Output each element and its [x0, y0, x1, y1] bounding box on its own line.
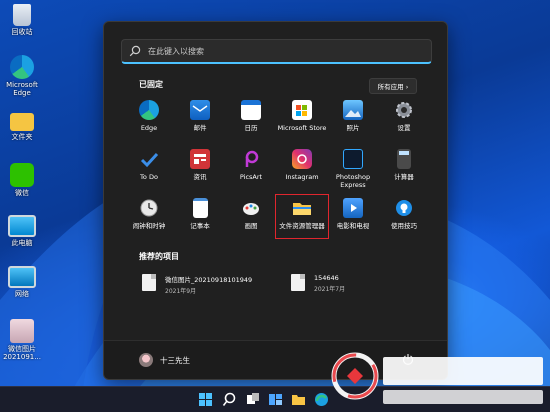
search-icon [129, 45, 141, 57]
desktop-icon-network[interactable]: 网络 [2, 266, 42, 298]
desktop-icon-label: 文件夹 [11, 133, 33, 141]
pinned-app-clock[interactable]: 闹钟和时钟 [123, 198, 175, 230]
pinned-app-picsart[interactable]: PicsArt [225, 149, 277, 181]
picsart-icon [241, 149, 261, 169]
pinned-app-notepad[interactable]: 记事本 [174, 198, 226, 230]
recommended-item[interactable]: 154646 2021年7月 [291, 274, 345, 293]
clock-icon [139, 198, 159, 218]
instagram-icon [292, 149, 312, 169]
pinned-app-photoshop[interactable]: Photoshop Express [327, 149, 379, 189]
app-label: Photoshop Express [335, 173, 371, 189]
recommended-item-name: 154646 [314, 274, 339, 282]
windows-start-icon[interactable] [198, 392, 213, 407]
app-label: 资讯 [193, 173, 207, 181]
photos-icon [343, 100, 363, 120]
edge-icon [10, 55, 34, 79]
network-icon [8, 266, 36, 288]
paint-icon [241, 198, 261, 218]
pinned-app-tips[interactable]: 使用技巧 [378, 198, 430, 230]
tips-icon [394, 198, 414, 218]
computer-icon [8, 215, 36, 237]
desktop-icon-label: 网络 [15, 290, 29, 298]
news-icon [190, 149, 210, 169]
recommended-item[interactable]: 微信图片_20210918101949 2021年9月 [142, 274, 252, 295]
recycle-bin-icon [13, 4, 31, 26]
app-label: 使用技巧 [391, 222, 417, 230]
app-label: 记事本 [190, 222, 210, 230]
desktop-icon-computer[interactable]: 此电脑 [2, 215, 42, 247]
app-label: 闹钟和时钟 [132, 222, 166, 230]
widgets-icon[interactable] [268, 392, 283, 407]
file-explorer-icon[interactable] [291, 392, 306, 407]
desktop-icon-recycle-bin[interactable]: 回收站 [2, 4, 42, 36]
app-label: Microsoft Store [277, 124, 327, 132]
pinned-app-calculator[interactable]: 计算器 [378, 149, 430, 181]
app-label: Instagram [285, 173, 319, 181]
app-label: 照片 [346, 124, 360, 132]
pinned-app-edge[interactable]: Edge [123, 100, 175, 132]
app-label: 邮件 [193, 124, 207, 132]
wechat-icon [10, 163, 34, 187]
pinned-app-paint[interactable]: 画图 [225, 198, 277, 230]
image-file-icon [10, 319, 34, 343]
app-label: 文件资源管理器 [279, 222, 325, 230]
photoshop-icon [343, 149, 363, 169]
start-menu: 已固定 所有应用 › Edge 邮件 日历 Microsoft Store [103, 21, 448, 380]
app-label: 画图 [244, 222, 258, 230]
recommended-item-name: 微信图片_20210918101949 [165, 276, 253, 284]
recommended-item-date: 2021年9月 [165, 288, 197, 295]
pinned-app-calendar[interactable]: 日历 [225, 100, 277, 132]
desktop-icon-label: Microsoft Edge [6, 81, 38, 97]
pinned-app-mail[interactable]: 邮件 [174, 100, 226, 132]
desktop-icon-label: 回收站 [11, 28, 33, 36]
settings-gear-icon [394, 100, 414, 120]
desktop-icon-image-file[interactable]: 微信图片 2021091... [2, 319, 42, 361]
mail-icon [190, 100, 210, 120]
desktop-icon-edge[interactable]: Microsoft Edge [2, 55, 42, 97]
pinned-title: 已固定 [139, 80, 163, 89]
search-input[interactable] [146, 45, 431, 57]
pinned-app-movies-tv[interactable]: 电影和电视 [327, 198, 379, 230]
calendar-icon [241, 100, 261, 120]
movies-tv-icon [343, 198, 363, 218]
desktop-icon-label: 此电脑 [11, 239, 33, 247]
app-label: 电影和电视 [336, 222, 370, 230]
search-box[interactable] [121, 39, 432, 64]
desktop-icon-label: 微信 [15, 189, 29, 197]
folder-icon [10, 113, 34, 131]
app-label: 计算器 [394, 173, 414, 181]
pinned-app-file-explorer[interactable]: 文件资源管理器 [275, 194, 329, 239]
file-icon [291, 274, 305, 291]
avatar[interactable] [139, 353, 153, 367]
all-apps-button[interactable]: 所有应用 › [369, 78, 417, 94]
recommended-title: 推荐的项目 [139, 252, 179, 261]
notepad-icon [192, 198, 208, 218]
pinned-app-todo[interactable]: To Do [123, 149, 175, 181]
desktop-icon-label: 微信图片 2021091... [3, 345, 41, 361]
pinned-app-news[interactable]: 资讯 [174, 149, 226, 181]
app-label: Edge [140, 124, 158, 132]
image-file-icon [142, 274, 156, 291]
app-label: PicsArt [239, 173, 263, 181]
todo-check-icon [139, 149, 159, 169]
file-explorer-icon [292, 198, 312, 218]
desktop-icon-folder[interactable]: 文件夹 [2, 113, 42, 141]
pinned-app-settings[interactable]: 设置 [378, 100, 430, 132]
user-name[interactable]: 十三先生 [160, 355, 190, 366]
site-watermark-logo [331, 352, 543, 404]
edge-icon [139, 100, 159, 120]
recommended-item-date: 2021年7月 [314, 286, 346, 293]
app-label: 设置 [397, 124, 411, 132]
pinned-app-store[interactable]: Microsoft Store [276, 100, 328, 132]
search-icon[interactable] [222, 392, 237, 407]
app-label: To Do [140, 173, 158, 181]
app-label: 日历 [244, 124, 258, 132]
store-icon [292, 100, 312, 120]
desktop-icon-wechat[interactable]: 微信 [2, 163, 42, 197]
calculator-icon [397, 149, 411, 169]
pinned-app-instagram[interactable]: Instagram [276, 149, 328, 181]
task-view-icon[interactable] [245, 392, 260, 407]
pinned-app-photos[interactable]: 照片 [327, 100, 379, 132]
